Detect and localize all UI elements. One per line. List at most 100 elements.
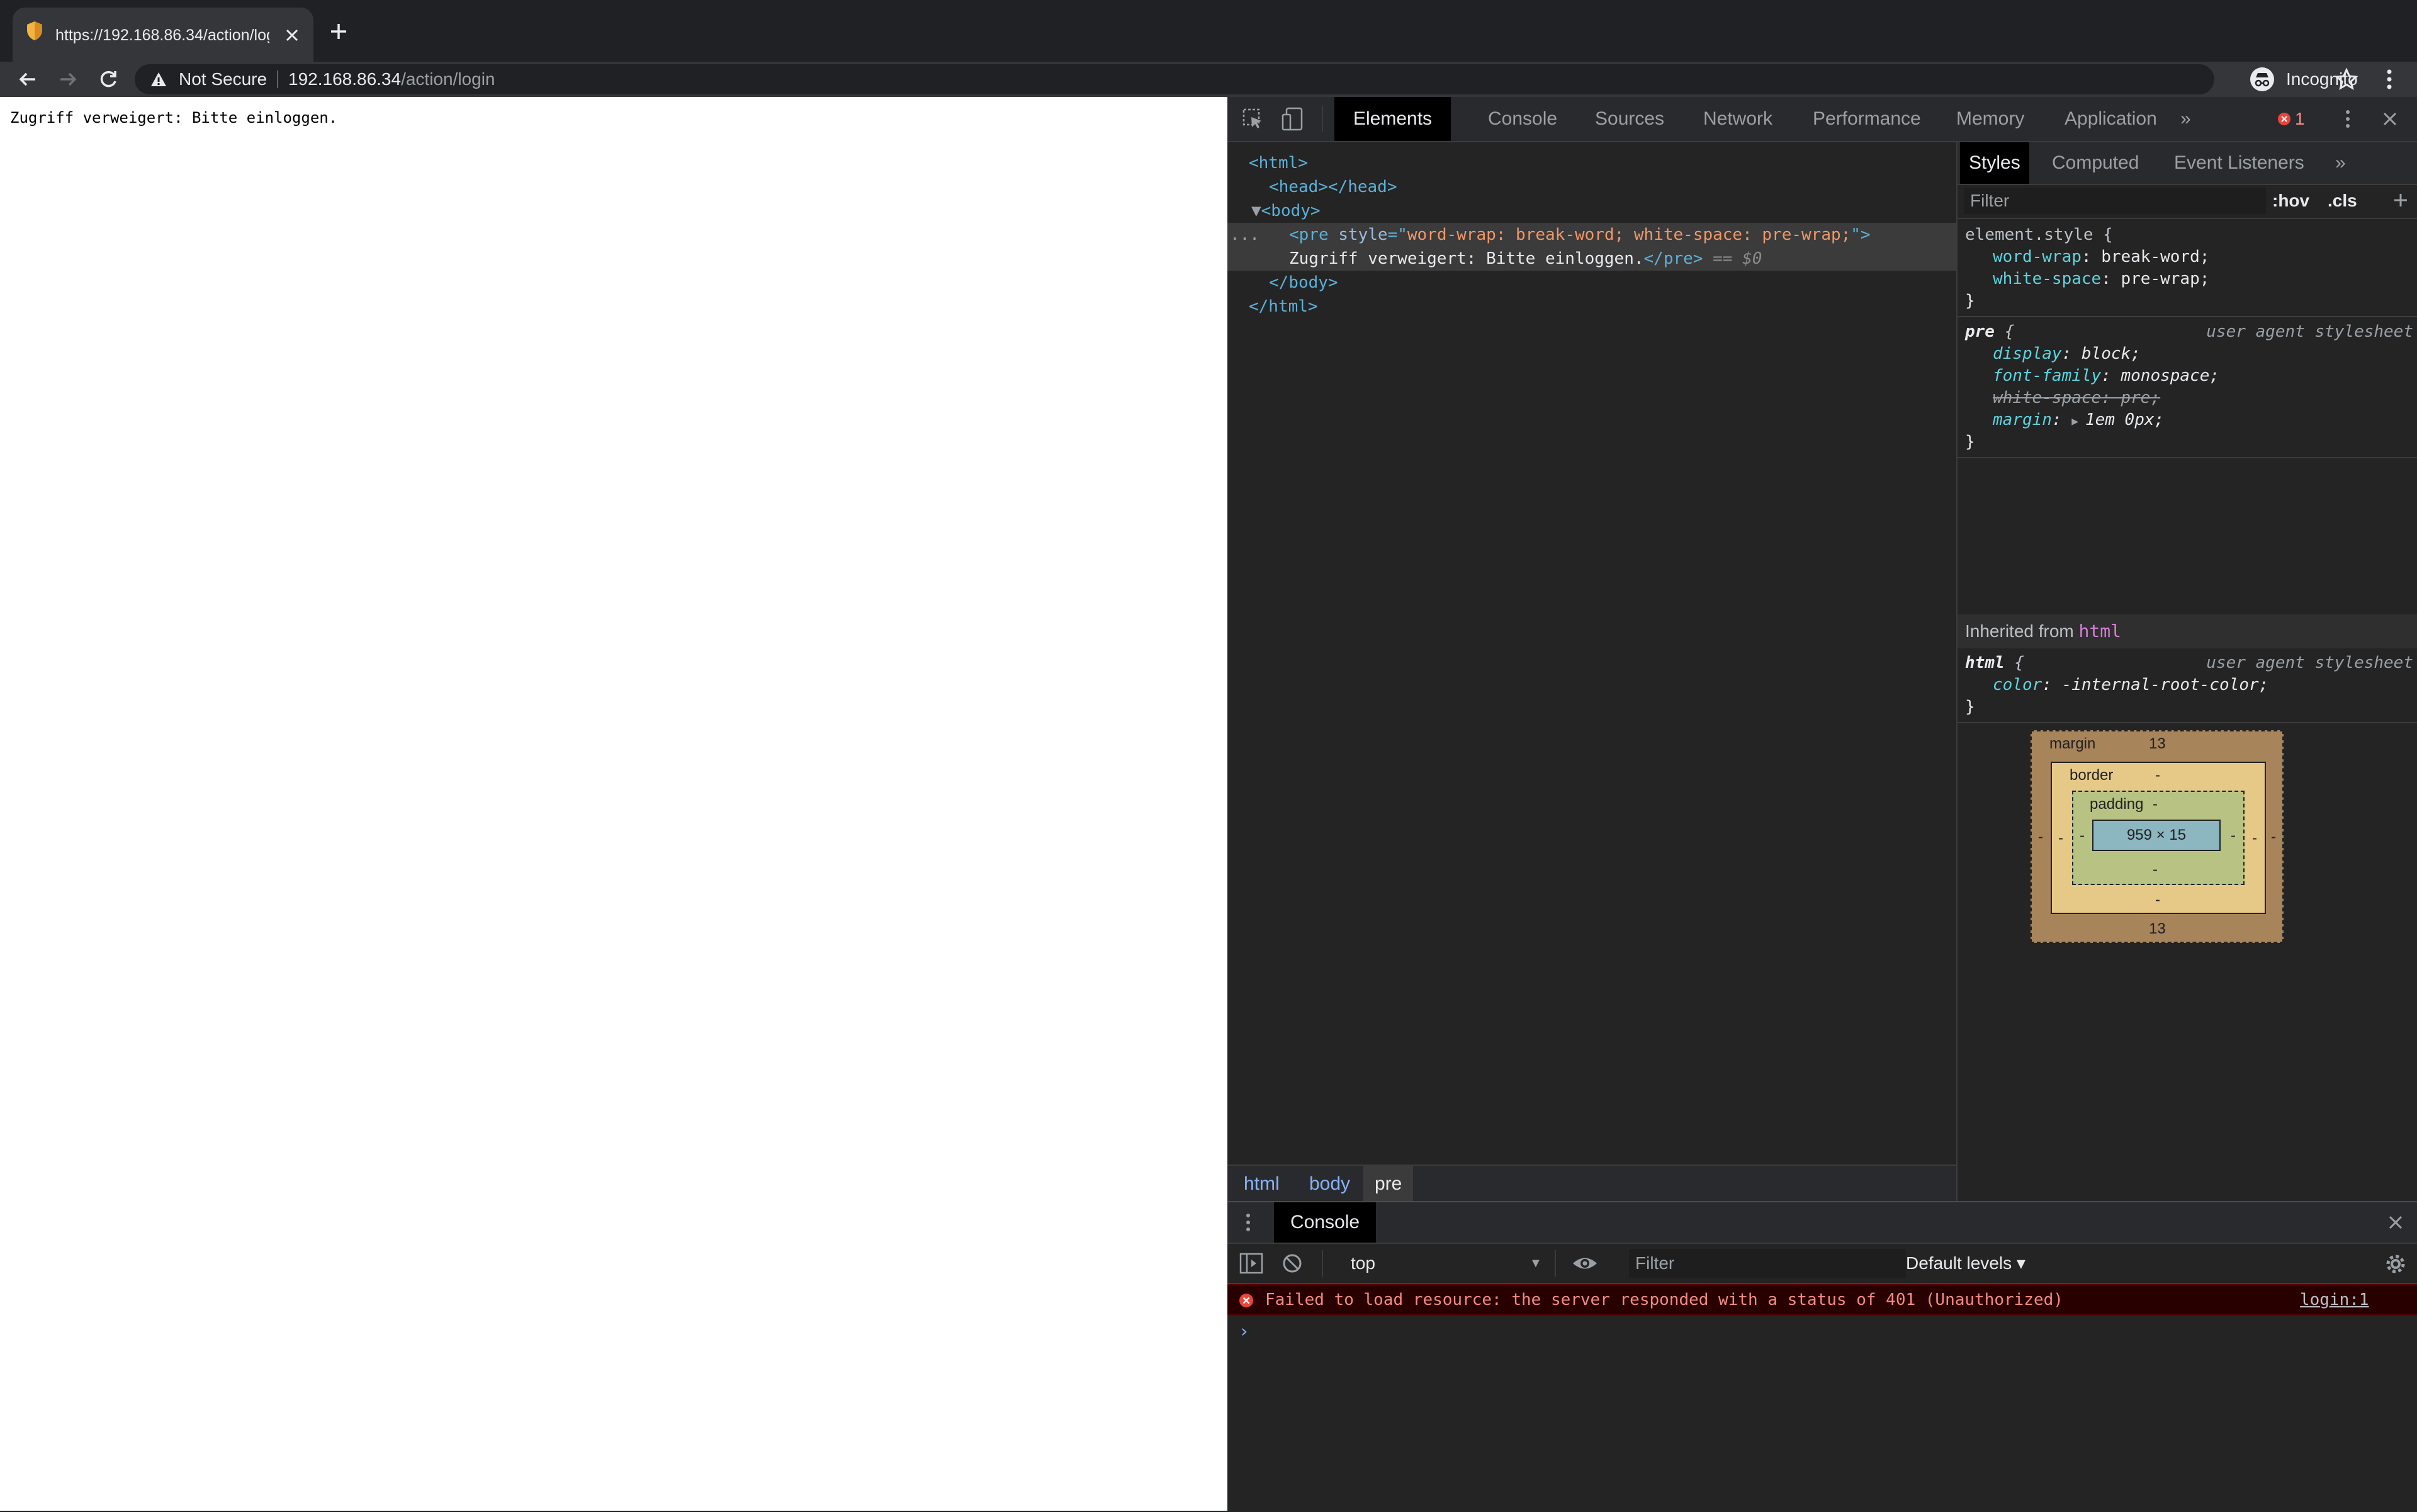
css-property[interactable]: color: -internal-root-color; [1958, 674, 2417, 696]
devtools-divider [1322, 106, 1323, 132]
tab-sources[interactable]: Sources [1576, 97, 1683, 141]
log-levels-dropdown[interactable]: Default levels ▾ [1906, 1249, 2025, 1278]
breadcrumb-body[interactable]: body [1298, 1166, 1361, 1202]
rule-close-brace: } [1965, 432, 1975, 451]
dom-node-body[interactable]: ▼<body> [1227, 199, 1956, 223]
dom-head: <head></head> [1269, 178, 1397, 196]
devtools-close-icon[interactable] [2377, 106, 2403, 132]
tab-computed[interactable]: Computed [2043, 142, 2148, 184]
styles-filter-bar: :hov .cls [1958, 184, 2417, 219]
box-model-padding[interactable]: padding - - - - 959 × 15 [2072, 791, 2245, 885]
breadcrumb-html[interactable]: html [1232, 1166, 1291, 1202]
box-model-margin[interactable]: margin 13 13 - - border - - - - padding … [2031, 730, 2284, 943]
css-property-overridden[interactable]: white-space: pre; [1958, 387, 2417, 409]
dom-node-pre-selected[interactable]: ... <pre style="word-wrap: break-word; w… [1227, 223, 1956, 271]
reload-icon[interactable] [94, 65, 122, 93]
styles-sidebar: Styles Computed Event Listeners » :hov .… [1958, 142, 2417, 1201]
tab-memory[interactable]: Memory [1937, 97, 2043, 141]
console-settings-gear-icon[interactable] [2384, 1253, 2407, 1275]
clear-console-icon[interactable] [1280, 1251, 1304, 1275]
tab-close-icon[interactable] [278, 21, 306, 49]
error-counter[interactable]: 1 [2273, 106, 2318, 132]
warning-triangle-icon[interactable] [150, 71, 167, 88]
tab-console[interactable]: Console [1469, 97, 1576, 141]
css-prop-value: pre-wrap; [2121, 269, 2210, 288]
box-model-border[interactable]: border - - - - padding - - - - 959 × 15 [2051, 762, 2266, 914]
border-bottom-value: - [2155, 891, 2160, 908]
css-prop-name: color [1993, 675, 2042, 694]
forward-arrow-icon[interactable] [54, 65, 82, 93]
padding-bottom-value: - [2153, 861, 2158, 878]
browser-tab[interactable]: https://192.168.86.34/action/login [13, 8, 313, 62]
new-tab-plus-icon[interactable] [325, 18, 352, 45]
rule-selector[interactable]: pre [1965, 322, 1995, 341]
rule-open-brace: { [2004, 653, 2024, 672]
tab-network[interactable]: Network [1684, 97, 1791, 141]
tab-event-listeners[interactable]: Event Listeners [2165, 142, 2313, 184]
dom-node-html-close[interactable]: </html> [1227, 295, 1956, 319]
context-dropdown-arrow-icon[interactable]: ▼ [1530, 1249, 1542, 1278]
error-count: 1 [2295, 109, 2305, 128]
css-property[interactable]: display: block; [1958, 343, 2417, 365]
border-label: border [2070, 767, 2114, 784]
tab-elements[interactable]: Elements [1334, 97, 1451, 141]
url-text[interactable]: 192.168.86.34/action/login [288, 64, 495, 94]
css-property[interactable]: font-family: monospace; [1958, 365, 2417, 387]
drawer-tab-console[interactable]: Console [1274, 1202, 1377, 1243]
error-source-link[interactable]: login:1 [2300, 1285, 2369, 1314]
devtools-panel: Elements Console Sources Network Perform… [1227, 97, 2417, 1512]
rule-source: user agent stylesheet [2206, 653, 2413, 672]
console-drawer-header: Console [1227, 1202, 2417, 1244]
rule-selector[interactable]: element.style { [1958, 224, 2417, 246]
new-style-rule-plus-icon[interactable] [2389, 189, 2412, 212]
devtools-menu-kebab-icon[interactable] [2336, 106, 2359, 132]
rule-pre: pre {user agent stylesheet display: bloc… [1958, 319, 2417, 458]
drawer-close-icon[interactable] [2384, 1211, 2407, 1234]
console-error-message[interactable]: Failed to load resource: the server resp… [1227, 1284, 2417, 1316]
dom-body-open: <body> [1261, 201, 1321, 220]
class-toggle[interactable]: .cls [2328, 184, 2357, 218]
security-label[interactable]: Not Secure [179, 64, 267, 94]
css-property[interactable]: word-wrap: break-word; [1958, 246, 2417, 268]
expand-triangle-icon[interactable]: ▶ [2071, 415, 2085, 428]
console-prompt[interactable]: › [1239, 1321, 1249, 1341]
dom-node-html[interactable]: <html> [1227, 151, 1956, 175]
hover-state-toggle[interactable]: :hov [2272, 184, 2309, 218]
more-tabs-chevron-icon[interactable]: » [2172, 97, 2200, 141]
live-expression-eye-icon[interactable] [1571, 1251, 1599, 1275]
inherited-label: Inherited from [1965, 621, 2074, 641]
tab-styles[interactable]: Styles [1960, 142, 2029, 184]
box-model-content[interactable]: 959 × 15 [2092, 820, 2221, 851]
show-sidebar-icon[interactable] [1239, 1251, 1264, 1275]
incognito-profile-button[interactable]: Incognito [2248, 62, 2362, 97]
context-selector[interactable]: top [1338, 1249, 1552, 1278]
styles-more-chevron-icon[interactable]: » [2326, 142, 2355, 184]
dom-node-head[interactable]: <head></head> [1227, 175, 1956, 199]
css-prop-value: break-word; [2101, 247, 2210, 266]
breadcrumb-pre[interactable]: pre [1363, 1166, 1414, 1202]
address-bar[interactable]: Not Secure 192.168.86.34/action/login [135, 64, 2358, 94]
console-filter-input[interactable] [1629, 1249, 1906, 1278]
drawer-menu-kebab-icon[interactable] [1239, 1210, 1258, 1235]
tab-performance[interactable]: Performance [1794, 97, 1940, 141]
expand-triangle-icon[interactable]: ▼ [1227, 201, 1261, 220]
chrome-menu-kebab-icon[interactable] [2375, 64, 2403, 94]
dom-node-body-close[interactable]: </body> [1227, 271, 1956, 295]
margin-left-value: - [2038, 828, 2043, 845]
dom-pre-attr-name: style [1338, 225, 1388, 244]
inherited-tag-link[interactable]: html [2079, 621, 2121, 641]
tab-application[interactable]: Application [2046, 97, 2176, 141]
toolbar-divider [1555, 1250, 1556, 1277]
css-property[interactable]: margin: ▶ 1em 0px; [1958, 409, 2417, 431]
styles-filter-input[interactable] [1964, 188, 2266, 214]
device-toolbar-icon[interactable] [1280, 106, 1307, 132]
back-arrow-icon[interactable] [14, 65, 42, 93]
margin-bottom-value: 13 [2149, 920, 2166, 937]
toolbar-divider [1322, 1250, 1323, 1277]
dom-ellipsis-icon[interactable]: ... [1230, 223, 1259, 247]
css-property[interactable]: white-space: pre-wrap; [1958, 268, 2417, 290]
border-top-value: - [2155, 767, 2160, 784]
inspect-element-icon[interactable] [1240, 106, 1266, 132]
css-prop-name: margin [1993, 410, 2052, 429]
rule-selector[interactable]: html [1965, 653, 2005, 672]
